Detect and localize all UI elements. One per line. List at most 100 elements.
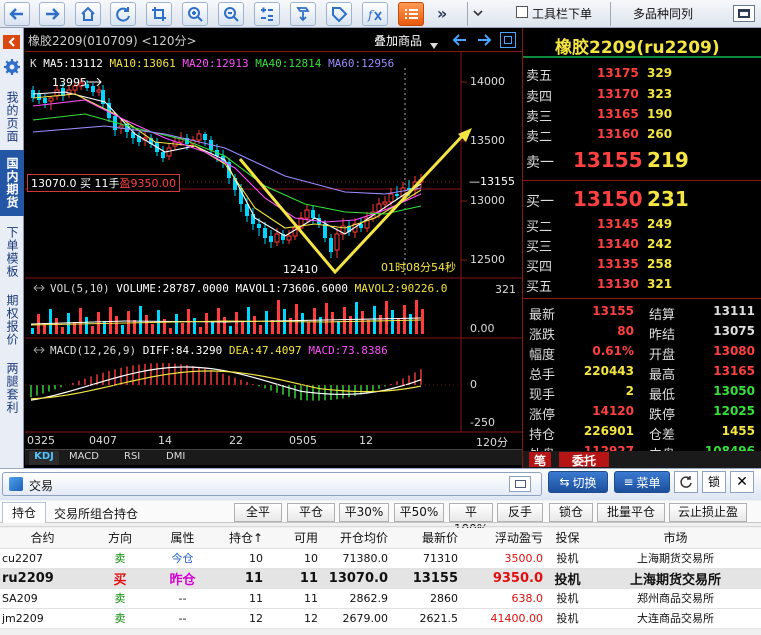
- zoom-out-icon[interactable]: [218, 2, 244, 26]
- action-button[interactable]: 平30%: [339, 503, 389, 522]
- lock-button[interactable]: 锁: [702, 471, 726, 493]
- more-chevron[interactable]: »: [437, 4, 447, 23]
- macd-arrows-icon[interactable]: [33, 344, 45, 359]
- action-button[interactable]: 平仓: [287, 503, 335, 522]
- volume-bar: [97, 312, 100, 334]
- position-row[interactable]: jm2209 卖 -- 12 12 2679.00 2621.5 41400.00 投机 大连商品…: [0, 608, 761, 629]
- action-button[interactable]: 反手: [497, 503, 543, 522]
- moving-average-series: [32, 91, 422, 237]
- settings-gear-icon[interactable]: [3, 58, 21, 79]
- tag-icon[interactable]: [326, 2, 352, 26]
- crop-icon[interactable]: [146, 2, 172, 26]
- bid-volume: 258: [647, 257, 673, 271]
- ask1-price: 13155: [573, 148, 643, 172]
- table-header-row: 合约 方向 属性 持仓↑ 可用 开仓均价 最新价 浮动盈亏 投保 市场: [0, 528, 761, 549]
- candle-body: [269, 236, 273, 242]
- tab-macd[interactable]: MACD: [69, 451, 99, 462]
- vol-arrows-icon[interactable]: [33, 282, 45, 297]
- function-fx-icon[interactable]: f: [362, 2, 388, 26]
- position-row[interactable]: cu2207 卖今仓 10 10 71380.0 71310 3500.0 投机 上海期货交易所: [0, 548, 761, 569]
- switch-account-button[interactable]: ⇆ 切换: [548, 471, 608, 493]
- forward-arrow-icon[interactable]: [39, 2, 65, 26]
- ask-level-label: 卖二: [526, 130, 553, 145]
- action-button[interactable]: 平50%: [394, 503, 444, 522]
- tab-rsi[interactable]: RSI: [124, 451, 140, 462]
- candle-body: [43, 98, 47, 103]
- sidebar-item-domestic-futures[interactable]: 国内期货: [0, 150, 24, 216]
- column-header[interactable]: 合约: [0, 528, 85, 549]
- column-header[interactable]: 投保: [545, 528, 590, 549]
- tab-positions[interactable]: 持仓: [2, 502, 46, 523]
- ask-level-label: 卖五: [526, 69, 553, 84]
- stat-label: 现手: [529, 388, 556, 403]
- high-price-label: 13995: [52, 76, 87, 89]
- position-cell: 投机: [545, 568, 590, 589]
- stat-label: 持仓: [529, 428, 556, 443]
- tab-dmi[interactable]: DMI: [166, 451, 185, 462]
- position-cell: 今仓: [155, 548, 210, 569]
- volume-bar: [259, 325, 262, 334]
- bid1-label: 买一: [526, 194, 554, 210]
- candle-body: [203, 134, 207, 140]
- x-axis-label: 0325: [27, 434, 55, 447]
- window-restore-icon[interactable]: [733, 5, 755, 22]
- dropdown-arrow-icon[interactable]: [472, 7, 484, 22]
- position-cell: 卖: [85, 588, 155, 609]
- column-header[interactable]: 方向: [85, 528, 155, 549]
- home-icon[interactable]: [75, 2, 101, 26]
- column-header[interactable]: 持仓↑: [210, 528, 265, 549]
- positions-table: 合约 方向 属性 持仓↑ 可用 开仓均价 最新价 浮动盈亏 投保 市场 cu2207 卖今仓 10 10 7…: [0, 528, 761, 629]
- position-cell: 2862.9: [320, 588, 390, 609]
- action-button[interactable]: 平100%: [449, 503, 493, 536]
- ask-price: 13160: [597, 127, 639, 141]
- volume-bar: [115, 316, 118, 334]
- position-cell: ru2209: [0, 568, 85, 589]
- collapse-arrow-icon[interactable]: [3, 35, 20, 49]
- sidebar-item-order-template[interactable]: 下单模板: [0, 220, 24, 284]
- ask-volume: 260: [647, 127, 673, 141]
- action-button[interactable]: 全平: [234, 503, 282, 522]
- back-arrow-icon[interactable]: [4, 2, 30, 26]
- action-button[interactable]: 锁仓: [549, 503, 593, 522]
- trade-restore-icon[interactable]: [509, 476, 531, 492]
- multi-variety-label[interactable]: 多品种同列: [633, 5, 693, 22]
- candle-body: [334, 233, 340, 251]
- tab-orders[interactable]: 委托: [559, 452, 609, 468]
- tab-trades[interactable]: 笔: [529, 452, 551, 468]
- close-trade-icon[interactable]: ✕: [730, 471, 754, 493]
- order-down-icon[interactable]: [290, 2, 316, 26]
- position-row[interactable]: ru2209 买昨仓 11 11 13070.0 13155 9350.0 投机 上海期货交易所: [0, 568, 761, 589]
- column-header[interactable]: 可用: [265, 528, 320, 549]
- toolbar-below-checkbox[interactable]: [516, 6, 528, 18]
- refresh-trade-icon[interactable]: [674, 471, 698, 493]
- stat-value: 0.61%: [592, 344, 634, 358]
- sidebar-item-my-pages[interactable]: 我的页面: [0, 88, 24, 146]
- switch-icon: ⇆: [559, 475, 570, 489]
- calculator-icon[interactable]: [254, 2, 280, 26]
- zoom-in-icon[interactable]: [182, 2, 208, 26]
- menu-button[interactable]: ≡ 菜单: [614, 471, 670, 493]
- position-row[interactable]: SA209 卖 -- 11 11 2862.9 2860 638.0 投机 郑州商品交易所: [0, 588, 761, 609]
- position-cell: 卖: [85, 608, 155, 629]
- column-header[interactable]: 属性: [155, 528, 210, 549]
- x-axis-label: 12: [359, 434, 373, 447]
- sidebar-item-spread-arbitrage[interactable]: 两腿套利: [0, 356, 24, 420]
- list-menu-icon[interactable]: [398, 2, 424, 26]
- column-header[interactable]: 开仓均价: [320, 528, 390, 549]
- tab-kdj[interactable]: KDJ: [29, 451, 59, 465]
- candle-body: [161, 152, 165, 158]
- stat-label: 幅度: [529, 348, 556, 363]
- position-cell: 投机: [545, 608, 590, 629]
- action-button[interactable]: 批量平仓: [597, 503, 665, 522]
- position-cell: 638.0: [460, 588, 545, 609]
- column-header[interactable]: 浮动盈亏: [460, 528, 545, 549]
- action-button[interactable]: 云止损止盈: [669, 503, 747, 522]
- volume-bar: [343, 307, 346, 334]
- candle-body: [251, 214, 255, 224]
- sidebar-item-options-quote[interactable]: 期权报价: [0, 288, 24, 352]
- column-header[interactable]: 市场: [590, 528, 761, 549]
- tab-exchange-combo-positions[interactable]: 交易所组合持仓: [54, 505, 138, 522]
- column-header[interactable]: 最新价: [390, 528, 460, 549]
- refresh-icon[interactable]: [110, 2, 136, 26]
- ask1-label: 卖一: [526, 155, 554, 171]
